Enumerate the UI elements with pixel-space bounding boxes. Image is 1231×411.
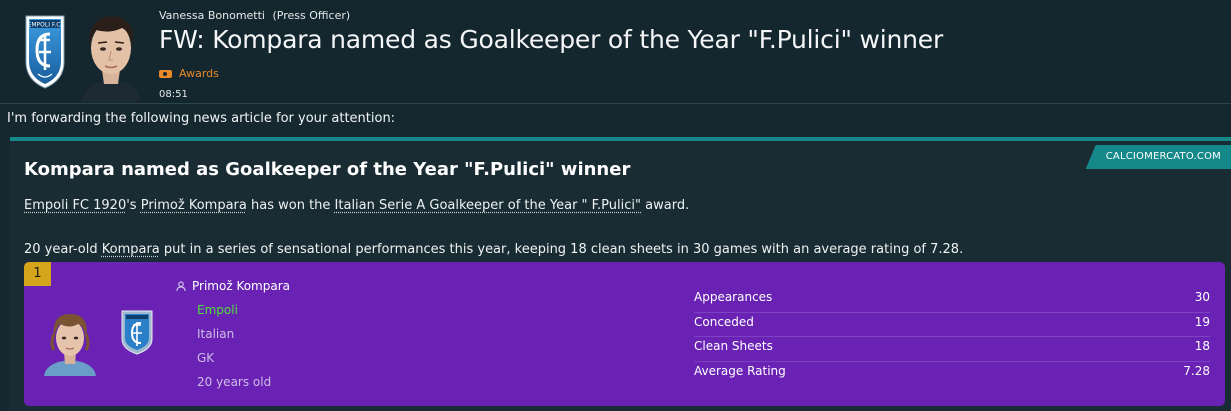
player-name-label: Primož Kompara — [192, 279, 290, 293]
text-segment: award. — [641, 198, 690, 213]
stats-table: Appearances 30 Conceded 19 Clean Sheets … — [694, 288, 1210, 386]
stat-value: 30 — [1194, 290, 1210, 304]
stat-row-conceded: Conceded 19 — [694, 313, 1210, 337]
player-card: 1 Primož Kompara Empoli Italian GK 20 ye… — [24, 262, 1225, 406]
player-avatar[interactable] — [42, 304, 98, 376]
stat-value: 7.28 — [1183, 363, 1210, 378]
tag-label: Awards — [179, 67, 219, 80]
message-subject: FW: Kompara named as Goalkeeper of the Y… — [159, 25, 944, 54]
text-segment: has won the — [246, 198, 335, 213]
club-badge-icon[interactable]: EMPOLI F.C. — [22, 10, 68, 90]
tag-icon — [159, 69, 172, 78]
stat-label: Clean Sheets — [694, 339, 773, 353]
player-link[interactable]: Kompara — [102, 242, 160, 257]
player-nationality: Italian — [197, 327, 235, 341]
rank-badge: 1 — [24, 262, 51, 286]
sender-role: (Press Officer) — [272, 9, 351, 22]
stat-row-average-rating: Average Rating 7.28 — [694, 362, 1210, 387]
text-segment: 's — [126, 198, 141, 213]
article-paragraph-1: Empoli FC 1920's Primož Kompara has won … — [24, 198, 689, 213]
message-header: EMPOLI F.C. Vanessa Bonometti (Press Off… — [0, 0, 1231, 103]
player-name[interactable]: Primož Kompara — [176, 279, 290, 293]
club-link[interactable]: Empoli FC 1920 — [24, 198, 126, 213]
stat-label: Average Rating — [694, 363, 786, 378]
svg-text:EMPOLI F.C.: EMPOLI F.C. — [28, 22, 63, 29]
article-paragraph-2: 20 year-old Kompara put in a series of s… — [24, 242, 963, 257]
text-segment: put in a series of sensational performan… — [159, 242, 964, 257]
player-club[interactable]: Empoli — [197, 303, 238, 317]
stat-value: 18 — [1194, 339, 1210, 353]
player-link[interactable]: Primož Kompara — [141, 198, 247, 213]
player-age: 20 years old — [197, 375, 272, 389]
stat-row-clean-sheets: Clean Sheets 18 — [694, 337, 1210, 362]
stat-row-appearances: Appearances 30 — [694, 288, 1210, 313]
stat-label: Conceded — [694, 314, 754, 329]
text-segment: 20 year-old — [24, 242, 102, 257]
person-icon — [176, 281, 186, 291]
stat-label: Appearances — [694, 290, 773, 304]
news-article: CALCIOMERCATO.COM Kompara named as Goalk… — [10, 137, 1231, 411]
sender-name[interactable]: Vanessa Bonometti — [159, 9, 265, 22]
award-link[interactable]: Italian Serie A Goalkeeper of the Year "… — [335, 198, 641, 213]
article-title: Kompara named as Goalkeeper of the Year … — [24, 159, 631, 180]
sender-line: Vanessa Bonometti (Press Officer) — [159, 9, 350, 22]
source-badge: CALCIOMERCATO.COM — [1085, 145, 1231, 169]
sender-avatar[interactable] — [76, 4, 146, 102]
header-divider — [0, 103, 1231, 104]
player-position: GK — [197, 351, 215, 365]
message-tag[interactable]: Awards — [159, 67, 219, 80]
club-badge-icon[interactable] — [120, 309, 154, 355]
message-time: 08:51 — [159, 89, 188, 100]
stat-value: 19 — [1194, 314, 1210, 329]
intro-text: I'm forwarding the following news articl… — [7, 111, 396, 126]
